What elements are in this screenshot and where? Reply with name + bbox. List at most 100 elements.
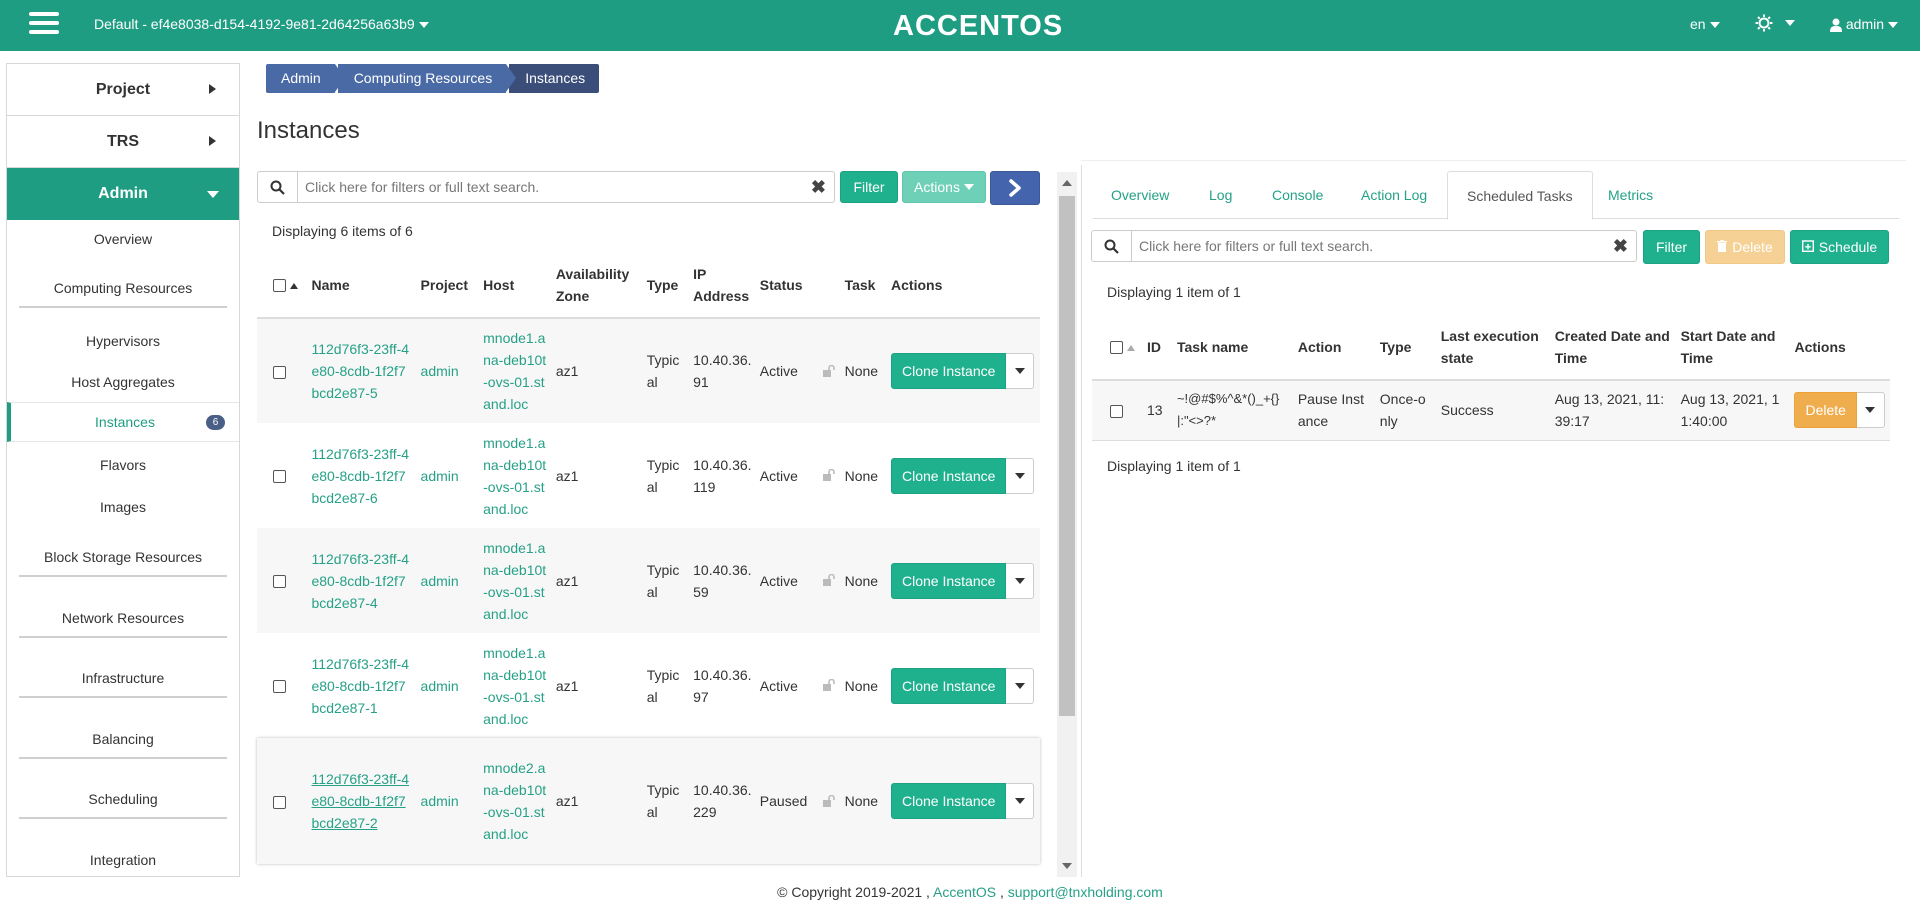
tasks-filter-button[interactable]: Filter [1643,230,1700,264]
column-id[interactable]: ID [1141,314,1172,381]
sidebar-item-flavors[interactable]: Flavors [7,455,239,475]
row-checkbox[interactable] [273,680,286,694]
clone-instance-button[interactable]: Clone Instance [891,457,1007,494]
instance-name-link[interactable]: 112d76f3-23ff-4e80-8cdb-1f2f7bcd2e87-6 [311,446,409,506]
tab-console[interactable]: Console [1272,171,1323,219]
sidebar-section-trs[interactable]: TRS [7,116,239,168]
scroll-up-icon[interactable] [1062,180,1072,186]
sidebar-item-network-resources[interactable]: Network Resources [7,608,239,638]
sidebar-item-instances[interactable]: Instances 6 [7,402,239,442]
column-start-date[interactable]: Start Date and Time [1675,314,1790,381]
sidebar-item-overview[interactable]: Overview [7,229,239,249]
menu-toggle-icon[interactable] [29,12,59,38]
tasks-search-input[interactable] [1133,232,1603,260]
sidebar-item-hypervisors[interactable]: Hypervisors [7,331,239,351]
column-created-date[interactable]: Created Date and Time [1549,314,1676,381]
sidebar-item-host-aggregates[interactable]: Host Aggregates [7,372,239,392]
expand-panel-button[interactable] [990,171,1040,205]
tab-action-log[interactable]: Action Log [1361,171,1427,219]
breadcrumb-admin[interactable]: Admin [266,64,345,93]
row-actions-dropdown[interactable] [1006,562,1035,599]
column-project[interactable]: Project [416,252,480,319]
instance-host-link[interactable]: mnode1.ana-deb10t-ovs-01.stand.loc [483,540,546,622]
row-actions-dropdown[interactable] [1006,667,1035,704]
clone-instance-button[interactable]: Clone Instance [891,353,1007,389]
column-host[interactable]: Host [479,252,552,319]
instance-name-link[interactable]: 112d76f3-23ff-4e80-8cdb-1f2f7bcd2e87-5 [311,341,409,401]
sidebar-item-block-storage[interactable]: Block Storage Resources [7,547,239,577]
schedule-task-button[interactable]: Schedule [1790,230,1889,264]
column-status[interactable]: Status [755,252,819,319]
instance-project-link[interactable]: admin [421,678,459,694]
column-type[interactable]: Type [1374,314,1436,381]
search-icon[interactable] [1092,231,1132,261]
instances-search-input[interactable] [299,173,799,201]
column-action[interactable]: Action [1292,314,1375,381]
tab-log[interactable]: Log [1209,171,1232,219]
column-task[interactable]: Task [840,252,888,319]
column-last-execution-state[interactable]: Last execution state [1435,314,1550,381]
select-all-checkbox[interactable] [273,279,286,293]
sidebar-item-infrastructure[interactable]: Infrastructure [7,668,239,698]
project-selector[interactable]: Default - ef4e8038-d154-4192-9e81-2d6425… [94,16,429,32]
theme-selector[interactable] [1755,14,1795,32]
instance-project-link[interactable]: admin [421,573,459,589]
row-checkbox[interactable] [1110,405,1123,419]
sidebar-item-scheduling[interactable]: Scheduling [7,789,239,819]
instance-host-link[interactable]: mnode2.ana-deb10t-ovs-01.stand.loc [483,760,546,842]
delete-tasks-button[interactable]: Delete [1705,230,1785,264]
scroll-down-icon[interactable] [1062,863,1072,869]
row-actions-dropdown[interactable] [1006,353,1035,389]
task-actions-dropdown[interactable] [1856,392,1885,429]
sort-asc-icon[interactable] [1127,344,1135,351]
clone-instance-button[interactable]: Clone Instance [891,562,1007,599]
column-type[interactable]: Type [642,252,690,319]
instance-name-link[interactable]: 112d76f3-23ff-4e80-8cdb-1f2f7bcd2e87-2 [311,771,409,831]
sidebar-item-integration[interactable]: Integration [7,850,239,870]
instance-project-link[interactable]: admin [421,468,459,484]
column-task-name[interactable]: Task name [1171,314,1293,381]
instance-host-link[interactable]: mnode1.ana-deb10t-ovs-01.stand.loc [483,435,546,517]
clear-search-icon[interactable]: ✖ [811,177,826,198]
sort-asc-icon[interactable] [290,282,298,289]
row-actions-dropdown[interactable] [1006,783,1035,819]
row-checkbox[interactable] [273,795,286,809]
row-checkbox[interactable] [273,575,286,589]
clone-instance-button[interactable]: Clone Instance [891,667,1007,704]
column-name[interactable]: Name [307,252,417,319]
delete-task-button[interactable]: Delete [1794,392,1857,429]
tab-overview[interactable]: Overview [1111,171,1169,219]
sidebar-item-images[interactable]: Images [7,497,239,517]
instances-scrollbar[interactable] [1057,172,1077,877]
instances-actions-button[interactable]: Actions [902,171,986,203]
select-all-checkbox[interactable] [1110,341,1123,355]
language-selector[interactable]: en [1690,16,1720,32]
instance-name-link[interactable]: 112d76f3-23ff-4e80-8cdb-1f2f7bcd2e87-1 [311,656,409,716]
tab-metrics[interactable]: Metrics [1608,171,1653,219]
instance-host-link[interactable]: mnode1.ana-deb10t-ovs-01.stand.loc [483,330,546,412]
footer-brand-link[interactable]: AccentOS [933,884,996,900]
search-icon[interactable] [258,172,298,202]
clone-instance-button[interactable]: Clone Instance [891,783,1007,819]
sidebar-item-computing-resources[interactable]: Computing Resources [7,278,239,308]
instance-name-link[interactable]: 112d76f3-23ff-4e80-8cdb-1f2f7bcd2e87-4 [311,551,409,611]
column-ip-address[interactable]: IP Address [689,252,756,319]
row-checkbox[interactable] [273,470,286,484]
instance-host-link[interactable]: mnode1.ana-deb10t-ovs-01.stand.loc [483,645,546,727]
breadcrumb-computing-resources[interactable]: Computing Resources [337,64,516,93]
footer-email-link[interactable]: support@tnxholding.com [1008,884,1163,900]
scrollbar-thumb[interactable] [1059,196,1075,716]
instance-project-link[interactable]: admin [421,793,459,809]
column-availability-zone[interactable]: Availability Zone [551,252,643,319]
clear-search-icon[interactable]: ✖ [1613,236,1628,257]
breadcrumb-instances[interactable]: Instances [509,64,600,93]
row-actions-dropdown[interactable] [1006,457,1035,494]
sidebar-section-project[interactable]: Project [7,64,239,116]
instance-project-link[interactable]: admin [421,363,459,379]
user-menu[interactable]: admin [1830,16,1899,33]
sidebar-section-admin[interactable]: Admin [7,168,239,220]
tab-scheduled-tasks[interactable]: Scheduled Tasks [1447,171,1593,220]
sidebar-item-balancing[interactable]: Balancing [7,729,239,759]
row-checkbox[interactable] [273,365,286,379]
instances-filter-button[interactable]: Filter [840,171,898,203]
